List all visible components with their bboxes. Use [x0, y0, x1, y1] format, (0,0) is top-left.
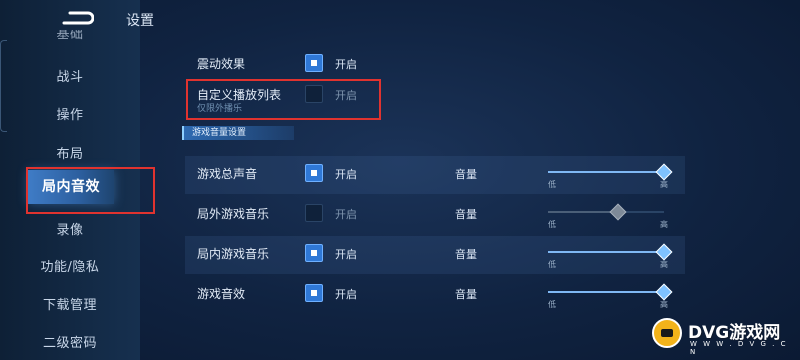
- watermark-domain: W W W . D V G . C N: [690, 340, 788, 356]
- slider-fill: [548, 291, 664, 293]
- slider-fill: [548, 251, 664, 253]
- vibration-checkbox[interactable]: [305, 54, 323, 72]
- sidebar-item-downloads[interactable]: 下载管理: [0, 294, 140, 313]
- toggle-label: 开启: [335, 168, 357, 181]
- highlight-box-custom-playlist: [186, 79, 381, 120]
- sidebar-item-privacy[interactable]: 功能/隐私: [0, 256, 140, 275]
- toggle-label: 开启: [335, 288, 357, 301]
- page-title: 设置: [126, 13, 154, 29]
- sidebar-item-second-password[interactable]: 二级密码: [0, 332, 140, 351]
- volume-row-sound-effects: 游戏音效 开启 音量 低 高: [185, 276, 685, 314]
- sidebar-item-battle[interactable]: 战斗: [0, 66, 140, 85]
- slider-knob[interactable]: [609, 203, 627, 221]
- slider-fill: [548, 211, 618, 213]
- slider-high-label: 高: [660, 180, 668, 189]
- slider-high-label: 高: [660, 260, 668, 269]
- slider-low-label: 低: [548, 180, 556, 189]
- slider-knob[interactable]: [655, 163, 673, 181]
- sidebar-item-label: 战斗: [56, 70, 84, 85]
- section-header: 游戏音量设置: [182, 126, 294, 140]
- slider-low-label: 低: [548, 220, 556, 229]
- volume-label: 音量: [455, 288, 477, 301]
- volume-slider[interactable]: 低 高: [548, 243, 673, 269]
- gamepad-logo-icon: [652, 318, 682, 348]
- volume-slider[interactable]: 低 高: [548, 163, 673, 189]
- volume-row-ingame-music: 局内游戏音乐 开启 音量 低 高: [185, 236, 685, 274]
- toggle-label: 开启: [335, 58, 357, 71]
- sidebar-item-layout[interactable]: 布局: [0, 143, 140, 162]
- setting-row-vibration: 震动效果 开启: [185, 46, 685, 80]
- setting-label: 震动效果: [197, 57, 246, 71]
- sidebar-item-label: 功能/隐私: [40, 260, 100, 275]
- setting-label: 游戏音效: [197, 287, 246, 301]
- slider-low-label: 低: [548, 300, 556, 309]
- volume-row-master: 游戏总声音 开启 音量 低 高: [185, 156, 685, 194]
- volume-slider[interactable]: 低 高: [548, 203, 668, 229]
- watermark: DVG游戏网 W W W . D V G . C N: [652, 316, 796, 356]
- slider-knob[interactable]: [655, 243, 673, 261]
- setting-label: 局内游戏音乐: [197, 247, 270, 261]
- slider-knob[interactable]: [655, 283, 673, 301]
- sidebar-item-label: 操作: [56, 108, 84, 123]
- sidebar-item-controls[interactable]: 操作: [0, 104, 140, 123]
- sound-effects-checkbox[interactable]: [305, 284, 323, 302]
- master-sound-checkbox[interactable]: [305, 164, 323, 182]
- sidebar-item-label: 下载管理: [42, 298, 97, 313]
- slider-fill: [548, 171, 664, 173]
- toggle-label: 开启: [335, 248, 357, 261]
- highlight-box-ingame-sound: [26, 167, 155, 214]
- volume-label: 音量: [455, 248, 477, 261]
- sidebar-item-basic[interactable]: 基础: [0, 30, 140, 44]
- slider-high-label: 高: [660, 220, 668, 229]
- volume-slider[interactable]: 低 高: [548, 283, 673, 309]
- volume-label: 音量: [455, 208, 477, 221]
- slider-low-label: 低: [548, 260, 556, 269]
- volume-row-lobby-music: 局外游戏音乐 开启 音量 低 高: [185, 196, 685, 234]
- volume-label: 音量: [455, 168, 477, 181]
- back-icon[interactable]: [58, 8, 94, 30]
- sidebar-item-replay[interactable]: 录像: [0, 219, 140, 238]
- slider-high-label: 高: [660, 300, 668, 309]
- setting-label: 游戏总声音: [197, 167, 258, 181]
- sidebar-item-label: 布局: [56, 147, 84, 162]
- setting-label: 局外游戏音乐: [197, 207, 270, 221]
- ingame-music-checkbox[interactable]: [305, 244, 323, 262]
- lobby-music-checkbox[interactable]: [305, 204, 323, 222]
- toggle-label: 开启: [335, 208, 357, 221]
- sidebar-item-label: 录像: [56, 223, 84, 238]
- sidebar-item-label: 基础: [56, 30, 84, 42]
- sidebar-item-label: 二级密码: [42, 336, 97, 351]
